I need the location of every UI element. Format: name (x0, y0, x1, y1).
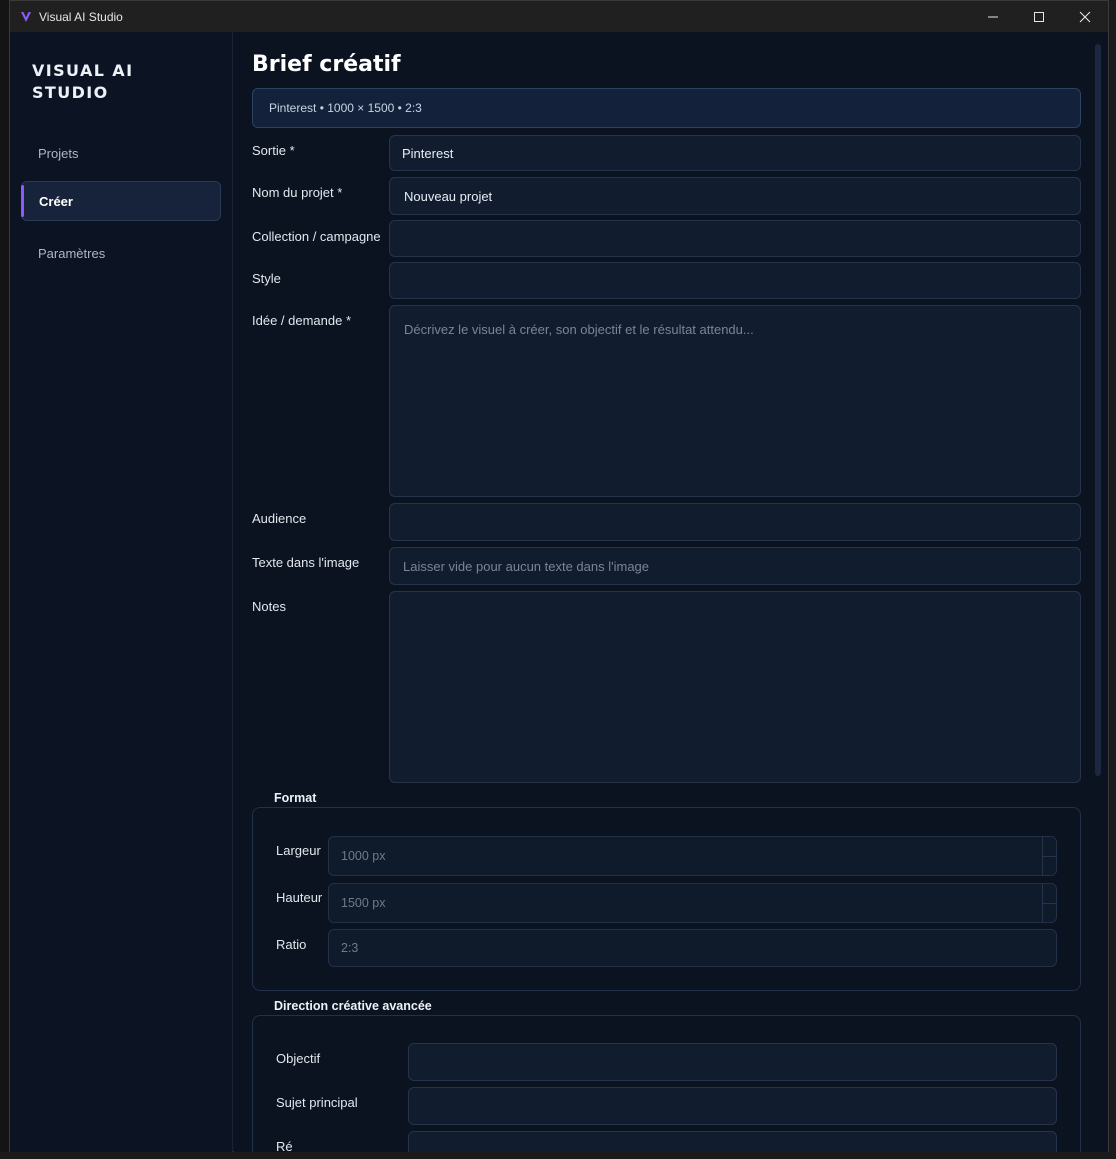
audience-label: Audience (252, 511, 307, 526)
ratio-label: Ratio (276, 937, 307, 952)
project-name-input[interactable]: Nouveau projet (389, 177, 1081, 215)
idea-label: Idée / demande * (252, 313, 352, 328)
project-name-value: Nouveau projet (404, 188, 493, 204)
width-spinbox[interactable]: 1000 px (328, 836, 1057, 876)
sortie-label: Sortie * (252, 143, 295, 158)
sidebar-item-label: Projets (38, 145, 79, 161)
page-title: Brief créatif (252, 52, 401, 77)
height-label: Hauteur (276, 890, 323, 905)
main-panel: Brief créatif Pinterest • 1000 × 1500 • … (234, 32, 1108, 1152)
main-subject-input[interactable] (408, 1087, 1057, 1125)
ratio-input[interactable]: 2:3 (328, 929, 1057, 967)
next-field-input-partial[interactable] (408, 1131, 1057, 1152)
image-text-input[interactable]: Laisser vide pour aucun texte dans l'ima… (389, 547, 1081, 585)
close-button[interactable] (1062, 1, 1108, 32)
sidebar-item-creer[interactable]: Créer (21, 181, 221, 221)
close-icon (1079, 11, 1091, 22)
objective-label: Objectif (276, 1051, 321, 1066)
format-summary-badge: Pinterest • 1000 × 1500 • 2:3 (252, 88, 1081, 128)
sidebar-item-label: Paramètres (38, 245, 106, 261)
image-text-label: Texte dans l'image (252, 555, 360, 570)
sidebar-item-parametres[interactable]: Paramètres (21, 233, 221, 273)
audience-input[interactable] (389, 503, 1081, 541)
background-editor-strip (0, 0, 9, 1159)
collection-input[interactable] (389, 220, 1081, 257)
objective-input[interactable] (408, 1043, 1057, 1081)
window-controls (970, 1, 1108, 32)
sortie-value: Pinterest (402, 145, 454, 161)
app-logo-icon (19, 10, 33, 24)
ratio-value: 2:3 (341, 941, 359, 955)
window-title: Visual AI Studio (39, 9, 123, 24)
collection-label: Collection / campagne (252, 229, 381, 244)
sidebar: VISUAL AI STUDIO Projets Créer Paramètre… (10, 32, 233, 1152)
project-name-label: Nom du projet * (252, 185, 343, 200)
width-value: 1000 px (341, 849, 386, 863)
height-value: 1500 px (341, 896, 386, 910)
sortie-select[interactable]: Pinterest (389, 135, 1081, 171)
notes-label: Notes (252, 599, 286, 614)
next-field-label-partial: Ré (276, 1139, 293, 1152)
minimize-icon (988, 16, 998, 17)
maximize-icon (1034, 11, 1044, 22)
height-spin-buttons[interactable] (1042, 884, 1056, 922)
format-group-title: Format (266, 791, 325, 805)
sidebar-item-projets[interactable]: Projets (21, 133, 221, 173)
brand-title: VISUAL AI STUDIO (32, 61, 134, 102)
width-label: Largeur (276, 843, 321, 858)
creative-direction-title: Direction créative avancée (266, 999, 440, 1013)
width-spin-buttons[interactable] (1042, 837, 1056, 875)
maximize-button[interactable] (1016, 1, 1062, 32)
sidebar-item-label: Créer (39, 193, 73, 209)
background-taskbar-edge (0, 1152, 1116, 1159)
idea-textarea[interactable]: Décrivez le visuel à créer, son objectif… (389, 305, 1081, 497)
idea-placeholder: Décrivez le visuel à créer, son objectif… (404, 322, 754, 337)
height-spinbox[interactable]: 1500 px (328, 883, 1057, 923)
vertical-scrollbar[interactable] (1095, 44, 1101, 776)
style-input[interactable] (389, 262, 1081, 299)
app-window: Visual AI Studio VISUAL AI STUDIO Projet… (9, 0, 1109, 1152)
format-summary-text: Pinterest • 1000 × 1500 • 2:3 (269, 101, 422, 115)
title-bar: Visual AI Studio (10, 1, 1108, 32)
main-subject-label: Sujet principal (276, 1095, 358, 1110)
style-label: Style (252, 271, 281, 286)
notes-textarea[interactable] (389, 591, 1081, 783)
minimize-button[interactable] (970, 1, 1016, 32)
image-text-placeholder: Laisser vide pour aucun texte dans l'ima… (403, 558, 650, 574)
